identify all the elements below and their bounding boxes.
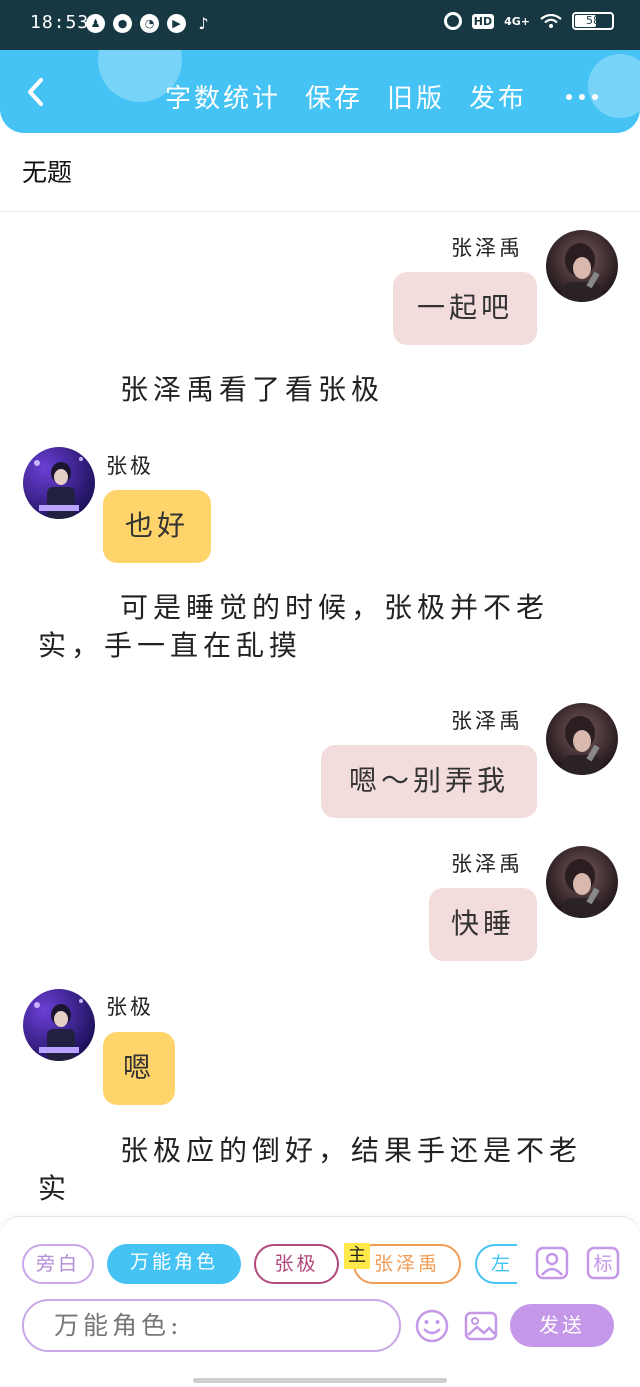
- main-role-tag: 主: [344, 1243, 370, 1269]
- qq-icon: ♟: [86, 14, 105, 33]
- role-chip-zhangji[interactable]: 张极: [254, 1244, 339, 1284]
- save-button[interactable]: 保存: [305, 78, 363, 115]
- status-bar: 18:53 ♟ ● ◔ ▶ ♪ HD 4G+ 58: [0, 0, 640, 50]
- decor-bubble: [588, 54, 640, 118]
- role-chip-left[interactable]: 左: [475, 1244, 517, 1284]
- alarm-icon: [443, 12, 462, 30]
- publish-button[interactable]: 发布: [469, 78, 527, 115]
- tiktok-icon: ♪: [198, 14, 209, 33]
- word-count-button[interactable]: 字数统计: [165, 78, 281, 115]
- document-title[interactable]: 无题: [22, 153, 72, 189]
- back-button[interactable]: [18, 74, 54, 110]
- speaker-name: 张极: [106, 454, 154, 478]
- avatar-zhangji[interactable]: [23, 447, 95, 519]
- tag-icon-label: 标: [593, 1253, 612, 1275]
- network-indicator: 4G+: [504, 14, 530, 28]
- avatar-zhangzeyu[interactable]: [546, 703, 618, 775]
- old-version-button[interactable]: 旧版: [387, 78, 445, 115]
- title-divider: [0, 211, 640, 212]
- message-bubble[interactable]: 一起吧: [393, 272, 537, 345]
- image-button[interactable]: [463, 1308, 499, 1344]
- video-icon: ▶: [167, 14, 186, 33]
- status-indicators: HD 4G+ 58: [443, 12, 614, 30]
- message-bubble[interactable]: 嗯: [103, 1032, 175, 1105]
- status-time: 18:53: [30, 12, 90, 33]
- more-dot: [579, 94, 585, 100]
- battery-indicator: 58: [572, 12, 614, 30]
- narration-text[interactable]: 张泽禹看了看张极: [38, 371, 608, 409]
- chevron-left-icon: [28, 78, 43, 106]
- smiley-icon: [415, 1309, 449, 1343]
- person-card-icon: [535, 1246, 569, 1280]
- message-input[interactable]: 万能角色:: [22, 1299, 401, 1352]
- character-settings-button[interactable]: [534, 1245, 570, 1281]
- message-bubble[interactable]: 快睡: [429, 888, 537, 961]
- message-bubble[interactable]: 嗯～别弄我: [321, 745, 537, 818]
- speaker-name: 张泽禹: [451, 852, 523, 876]
- avatar-zhangji[interactable]: [23, 989, 95, 1061]
- browser-icon: ◔: [140, 14, 159, 33]
- status-app-icons: ♟ ● ◔ ▶ ♪: [86, 14, 213, 33]
- speaker-name: 张泽禹: [451, 236, 523, 260]
- role-chip-universal[interactable]: 万能角色: [107, 1244, 241, 1284]
- more-options-button[interactable]: [566, 94, 598, 100]
- home-indicator: [193, 1378, 447, 1383]
- tag-icon: 标: [586, 1246, 620, 1280]
- speaker-name: 张泽禹: [451, 709, 523, 733]
- role-chip-narrator[interactable]: 旁白: [22, 1244, 94, 1284]
- image-icon: [464, 1311, 498, 1341]
- narration-text[interactable]: 张极应的倒好，结果手还是不老实: [38, 1132, 608, 1208]
- send-button[interactable]: 发送: [510, 1304, 614, 1347]
- tag-button[interactable]: 标: [585, 1245, 621, 1281]
- wechat-icon: ●: [113, 14, 132, 33]
- narration-text[interactable]: 可是睡觉的时候，张极并不老实，手一直在乱摸: [38, 589, 608, 665]
- avatar-zhangzeyu[interactable]: [546, 846, 618, 918]
- wifi-icon: [540, 14, 562, 28]
- emoji-button[interactable]: [414, 1308, 450, 1344]
- speaker-name: 张极: [106, 995, 154, 1019]
- editor-header: 字数统计 保存 旧版 发布: [0, 50, 640, 133]
- more-dot: [592, 94, 598, 100]
- hd-badge: HD: [471, 13, 495, 29]
- header-actions: 字数统计 保存 旧版 发布: [165, 78, 527, 115]
- input-toolbar: 旁白 万能角色 张极 张泽禹 主 左 标 万能角色: 发送: [0, 1216, 640, 1354]
- avatar-zhangzeyu[interactable]: [546, 230, 618, 302]
- message-bubble[interactable]: 也好: [103, 490, 211, 563]
- battery-level: 58: [586, 14, 600, 27]
- more-dot: [566, 94, 572, 100]
